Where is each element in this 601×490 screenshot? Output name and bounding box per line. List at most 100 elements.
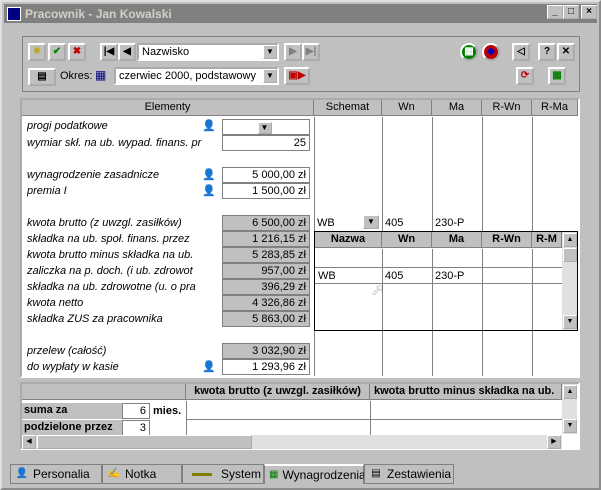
person-icon[interactable]: 👤: [202, 184, 216, 198]
popup-header-wn[interactable]: Wn: [382, 232, 432, 248]
schema-cell[interactable]: WB: [317, 217, 335, 229]
main-window: Pracownik - Jan Kowalski _ □ × ✳ ✔ ✖ |◀ …: [0, 0, 601, 490]
close-window-button[interactable]: ×: [581, 5, 597, 19]
scroll-down-icon[interactable]: ▼: [563, 419, 577, 433]
tab-zestawienia[interactable]: ▤ Zestawienia: [364, 464, 454, 484]
person-icon: 👤: [15, 468, 29, 479]
row-value[interactable]: 5 000,00 zł: [222, 167, 310, 183]
row-value: 396,29 zł: [222, 279, 310, 295]
chevron-down-icon[interactable]: ▼: [263, 69, 277, 83]
popup-header-rma[interactable]: R-M: [532, 232, 562, 248]
header-ma[interactable]: Ma: [432, 100, 482, 116]
suma-label: suma za: [22, 403, 122, 419]
summary-header-col2[interactable]: kwota brutto minus składka na ub.: [370, 384, 562, 400]
row-label: do wypłaty w kasie: [27, 361, 119, 373]
tab-notka[interactable]: ✍ Notka: [102, 464, 182, 484]
person-icon[interactable]: 👤: [202, 168, 216, 182]
sort-field-select[interactable]: Nazwisko ▼: [137, 43, 279, 61]
person-icon[interactable]: 👤: [202, 360, 216, 374]
header-rma[interactable]: R-Ma: [532, 100, 578, 116]
tab-system[interactable]: ▬▬ System: [182, 464, 264, 484]
tab-personalia[interactable]: 👤 Personalia: [10, 464, 102, 484]
scroll-up-icon[interactable]: ▲: [563, 385, 577, 399]
sort-field-value: Nazwisko: [142, 46, 190, 58]
progi-value[interactable]: ▼: [222, 119, 310, 135]
ma-cell[interactable]: 230-P: [435, 217, 464, 229]
new-icon[interactable]: ✳: [28, 43, 46, 61]
wn-cell[interactable]: 405: [385, 217, 403, 229]
report-icon: ▤: [371, 468, 381, 479]
popup-nazwa-cell[interactable]: WB: [318, 270, 336, 282]
period-navigate-icon[interactable]: ▣▶: [284, 67, 310, 85]
next-record-button[interactable]: ▶: [284, 43, 302, 61]
scroll-right-icon[interactable]: ▶: [547, 435, 561, 449]
row-label: przelew (całość): [27, 345, 107, 357]
popup-header-ma[interactable]: Ma: [432, 232, 482, 248]
hscroll-thumb[interactable]: [37, 435, 252, 449]
popup-header-nazwa[interactable]: Nazwa: [315, 232, 382, 248]
popup-header-rwn[interactable]: R-Wn: [482, 232, 532, 248]
suma-value[interactable]: 6: [122, 403, 150, 419]
spreadsheet-icon[interactable]: ▦: [548, 67, 566, 85]
row-label: wymiar skł. na ub. wypad. finans. pr: [27, 137, 202, 149]
minimize-button[interactable]: _: [547, 5, 563, 19]
summary-header-col1[interactable]: kwota brutto (z uwzgl. zasiłków): [186, 384, 370, 400]
spreadsheet-icon: ▦: [269, 469, 279, 480]
title-bar[interactable]: Pracownik - Jan Kowalski: [4, 4, 597, 23]
row-value: 4 326,86 zł: [222, 295, 310, 311]
scroll-thumb[interactable]: [563, 248, 577, 262]
last-record-button[interactable]: ▶|: [302, 43, 320, 61]
calculator-icon[interactable]: ▦: [460, 43, 478, 61]
row-label: składka na ub. zdrowotne (u. o pra: [27, 281, 196, 293]
row-value: 5 863,00 zł: [222, 311, 310, 327]
first-record-button[interactable]: |◀: [100, 43, 118, 61]
dropdown-icon[interactable]: ▼: [363, 215, 379, 229]
calendar-icon: ▦: [95, 68, 107, 82]
header-rwn[interactable]: R-Wn: [482, 100, 532, 116]
cancel-icon[interactable]: ✖: [68, 43, 86, 61]
close-form-button[interactable]: ✕: [557, 43, 575, 61]
back-icon[interactable]: ◁: [512, 43, 530, 61]
scroll-left-icon[interactable]: ◀: [22, 435, 36, 449]
tab-label: System: [221, 467, 262, 481]
chevron-down-icon[interactable]: ▼: [263, 45, 277, 59]
person-icon[interactable]: 👤: [202, 119, 216, 133]
period-label: Okres:: [60, 70, 93, 82]
refresh-icon[interactable]: ⟳: [516, 67, 534, 85]
prev-record-button[interactable]: ◀: [118, 43, 136, 61]
row-label: wynagrodzenie zasadnicze: [27, 169, 160, 181]
tab-wynagrodzenia[interactable]: ▦ Wynagrodzenia: [264, 464, 366, 484]
period-select[interactable]: czerwiec 2000, podstawowy ▼: [114, 67, 279, 85]
row-value: 957,00 zł: [222, 263, 310, 279]
tab-label: Wynagrodzenia: [282, 468, 366, 482]
podzielone-value[interactable]: 3: [122, 420, 150, 436]
row-value[interactable]: 1 500,00 zł: [222, 183, 310, 199]
accept-icon[interactable]: ✔: [48, 43, 66, 61]
header-schemat[interactable]: Schemat: [314, 100, 382, 116]
podzielone-label: podzielone przez: [22, 420, 122, 436]
row-value: 5 283,85 zł: [222, 247, 310, 263]
header-elementy[interactable]: Elementy: [22, 100, 314, 116]
period-value: czerwiec 2000, podstawowy: [119, 70, 256, 82]
popup-wn-cell[interactable]: 405: [385, 270, 403, 282]
help-button[interactable]: ?: [538, 43, 556, 61]
row-label: premia I: [27, 185, 67, 197]
tab-label: Personalia: [33, 467, 90, 481]
row-value[interactable]: 25: [222, 135, 310, 151]
tab-label: Notka: [125, 467, 157, 481]
row-value: 1 216,15 zł: [222, 231, 310, 247]
dropdown-icon[interactable]: ▼: [257, 122, 272, 134]
row-label: kwota netto: [27, 297, 84, 309]
navigate-icon[interactable]: ◆: [482, 43, 500, 61]
report-icon[interactable]: ▤: [28, 68, 56, 86]
scroll-down-icon[interactable]: ▼: [563, 315, 577, 329]
app-icon: [7, 6, 21, 21]
maximize-button[interactable]: □: [563, 5, 579, 19]
row-value[interactable]: 1 293,96 zł: [222, 359, 310, 375]
scroll-up-icon[interactable]: ▲: [563, 233, 577, 247]
row-label: progi podatkowe: [27, 120, 108, 132]
header-wn[interactable]: Wn: [382, 100, 432, 116]
row-value: 6 500,00 zł: [222, 215, 310, 231]
popup-ma-cell[interactable]: 230-P: [435, 270, 464, 282]
system-icon: ▬▬: [192, 468, 212, 479]
